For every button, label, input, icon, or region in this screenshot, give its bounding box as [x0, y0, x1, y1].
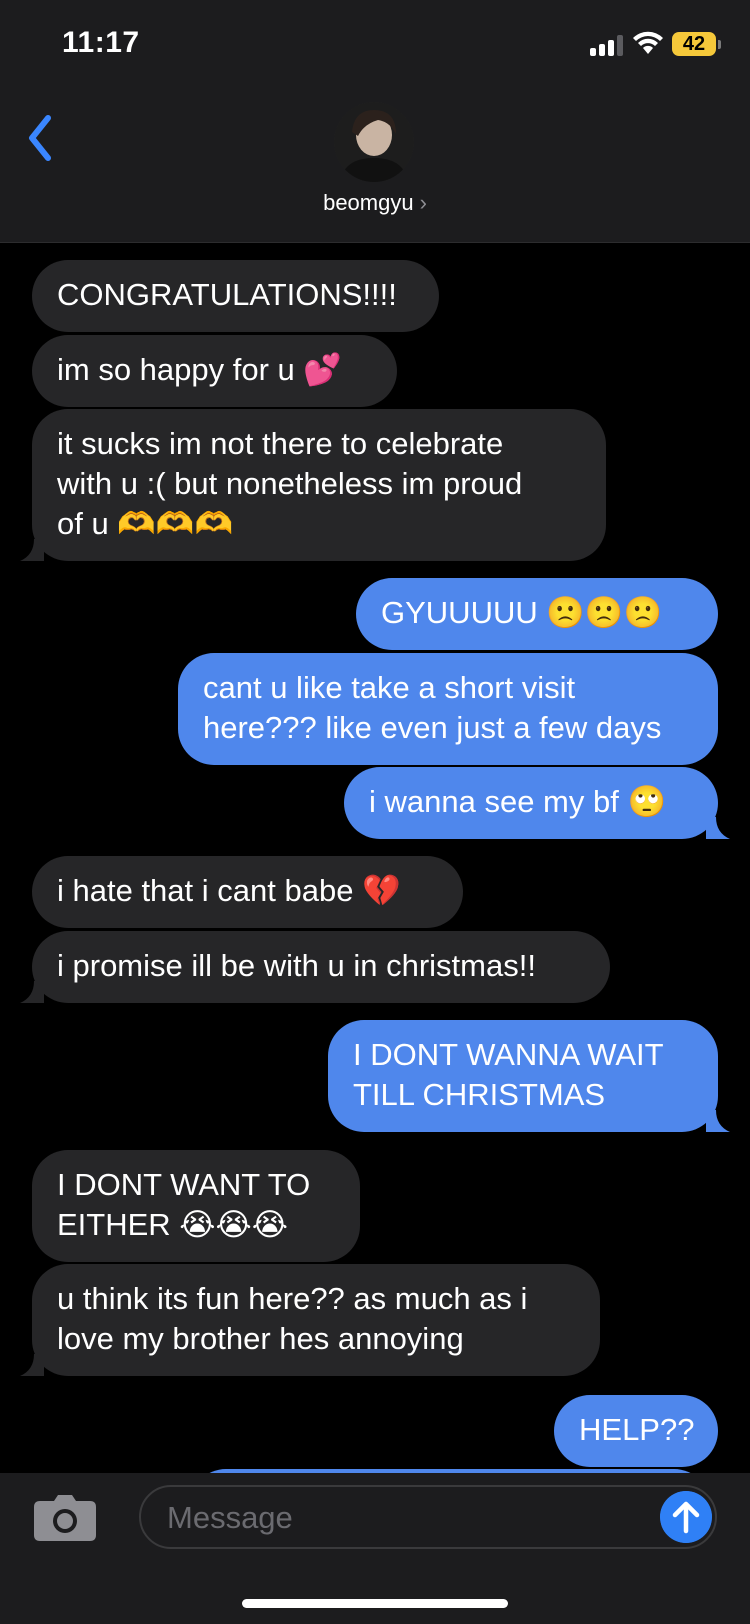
avatar-photo: [334, 102, 414, 182]
status-time: 11:17: [62, 26, 140, 59]
message-text: im so happy for u 💕: [57, 352, 342, 387]
message-text-line: cant u like take a short visit: [203, 670, 576, 705]
contact-name: beomgyu: [323, 190, 414, 215]
bubble-tail-incoming: [20, 539, 44, 561]
bubble-tail-incoming: [20, 981, 44, 1003]
message-bubble-incoming[interactable]: CONGRATULATIONS!!!!: [32, 260, 439, 332]
message-bubble-outgoing[interactable]: GYUUUUU 🙁🙁🙁: [356, 578, 718, 650]
message-text-line: EITHER 😭😭😭: [57, 1207, 288, 1242]
contact-chevron-icon: ›: [419, 190, 427, 215]
message-bubble-incoming[interactable]: im so happy for u 💕: [32, 335, 397, 407]
bubble-tail-outgoing: [706, 1110, 730, 1132]
message-bubble-incoming[interactable]: I DONT WANT TO EITHER 😭😭😭: [32, 1150, 360, 1262]
home-indicator: [242, 1599, 508, 1608]
message-text-line: TILL CHRISTMAS: [353, 1077, 606, 1112]
message-text: GYUUUUU 🙁🙁🙁: [381, 595, 663, 630]
message-bubble-outgoing[interactable]: HELP??: [554, 1395, 718, 1467]
message-composer: Message: [0, 1473, 750, 1624]
status-bar: 11:17 42: [0, 0, 750, 90]
bubble-tail-outgoing: [706, 817, 730, 839]
message-text-line: I DONT WANNA WAIT: [353, 1037, 664, 1072]
back-chevron-icon[interactable]: [22, 110, 62, 166]
message-text-line: of u 🫶🫶🫶: [57, 506, 234, 541]
message-thread: CONGRATULATIONS!!!! im so happy for u 💕 …: [0, 243, 750, 1473]
message-text: i wanna see my bf 🙄: [369, 784, 667, 819]
message-text-line: love my brother hes annoying: [57, 1321, 464, 1356]
message-text-line: I DONT WANT TO: [57, 1167, 311, 1202]
message-text-line: with u :( but nonetheless im proud: [57, 466, 523, 501]
message-bubble-incoming[interactable]: u think its fun here?? as much as i love…: [32, 1264, 600, 1376]
cellular-signal-icon: [590, 34, 626, 56]
message-bubble-outgoing[interactable]: I DONT WANNA WAIT TILL CHRISTMAS: [328, 1020, 718, 1132]
message-bubble-incoming[interactable]: i promise ill be with u in christmas!!: [32, 931, 610, 1003]
message-text: HELP??: [579, 1412, 695, 1447]
message-bubble-incoming[interactable]: it sucks im not there to celebrate with …: [32, 409, 606, 561]
contact-name-button[interactable]: beomgyu ›: [0, 190, 750, 216]
message-bubble-outgoing[interactable]: cant u like take a short visit here??? l…: [178, 653, 718, 765]
send-arrow-icon[interactable]: [660, 1491, 712, 1543]
wifi-icon: [633, 31, 663, 54]
camera-icon[interactable]: [34, 1495, 96, 1541]
message-bubble-outgoing[interactable]: i wanna see my bf 🙄: [344, 767, 718, 839]
message-text: i promise ill be with u in christmas!!: [57, 948, 536, 983]
message-text: i hate that i cant babe 💔: [57, 873, 401, 908]
battery-icon: 42: [672, 32, 716, 56]
message-text-line: u think its fun here?? as much as i: [57, 1281, 528, 1316]
message-text-line: it sucks im not there to celebrate: [57, 426, 504, 461]
message-text: CONGRATULATIONS!!!!: [57, 277, 397, 312]
message-bubble-incoming[interactable]: i hate that i cant babe 💔: [32, 856, 463, 928]
bubble-tail-incoming: [20, 1354, 44, 1376]
conversation-header: beomgyu ›: [0, 90, 750, 243]
battery-nub: [718, 40, 721, 49]
contact-avatar[interactable]: [334, 102, 414, 182]
message-text-line: here??? like even just a few days: [203, 710, 662, 745]
message-input[interactable]: Message: [139, 1485, 717, 1549]
message-input-placeholder: Message: [167, 1500, 293, 1535]
